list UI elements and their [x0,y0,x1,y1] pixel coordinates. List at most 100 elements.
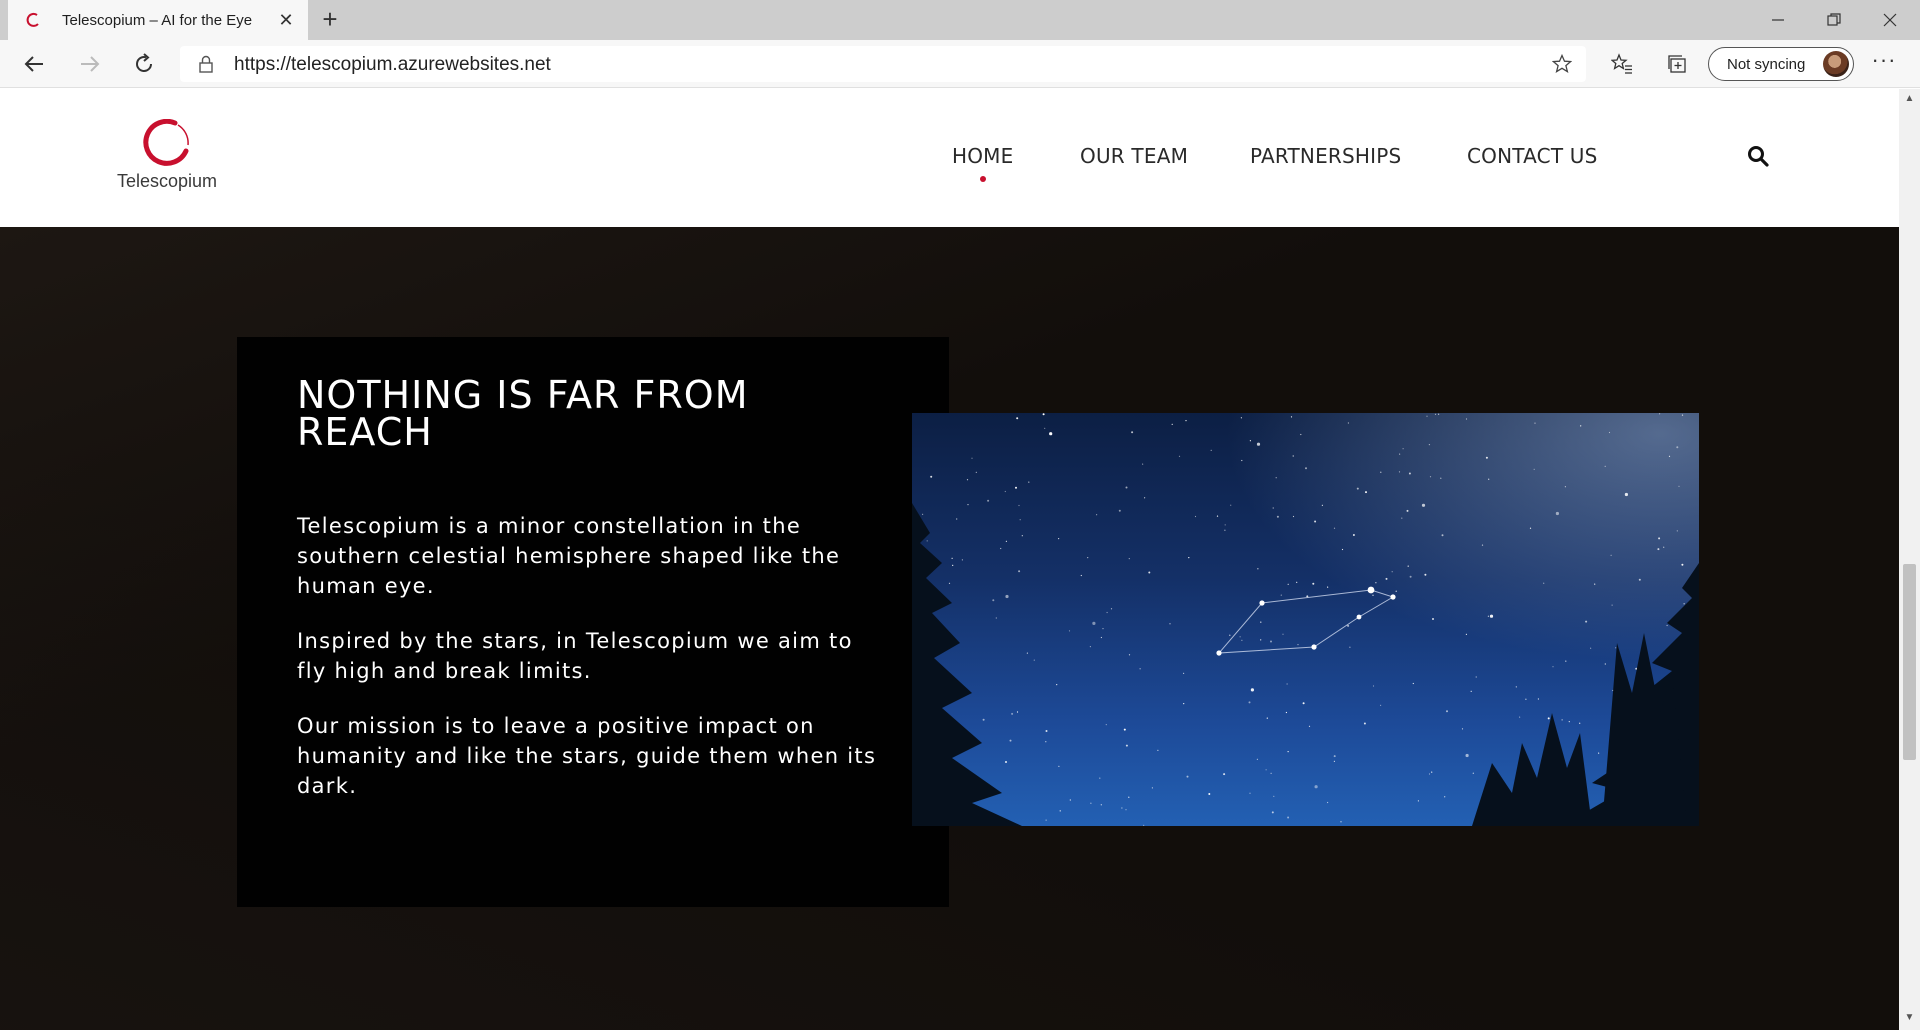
browser-tab-strip: Telescopium – AI for the Eye ✕ + [0,0,1920,40]
star-dot [1519,716,1521,718]
scroll-down-arrow-icon[interactable]: ▼ [1899,1012,1920,1028]
star-dot [1045,730,1048,732]
star-dot [1128,558,1130,560]
star-dot [930,475,933,478]
star-dot [1285,711,1287,714]
minimize-icon[interactable] [1750,0,1806,40]
star-dot [967,504,969,506]
star-dot [1434,413,1437,415]
star-dot [1441,534,1444,537]
star-dot [971,457,973,459]
star-dot [1638,578,1641,581]
star-dot [951,557,953,559]
profile-sync-button[interactable]: Not syncing [1708,47,1854,81]
star-dot [1239,636,1241,638]
star-dot [1594,583,1596,585]
star-dot [1395,590,1397,592]
star-dot [1611,604,1613,606]
star-dot [956,518,958,520]
star-dot [948,582,951,584]
star-dot [1547,717,1550,720]
star-dot [1282,633,1284,635]
nav-partnerships[interactable]: PARTNERSHIPS [1250,144,1401,168]
nav-our-team[interactable]: OUR TEAM [1080,144,1188,168]
favorite-star-icon[interactable] [1552,54,1572,74]
star-dot [1194,515,1197,518]
star-dot [1089,646,1091,648]
star-dot [1143,824,1145,826]
starfield-graphic [912,413,1699,826]
star-dot [1333,760,1335,762]
refresh-icon[interactable] [128,48,160,80]
star-dot [1241,639,1243,641]
star-dot [1440,477,1442,479]
lock-icon[interactable] [198,55,214,73]
star-dot [1240,417,1242,419]
search-icon[interactable] [1746,144,1770,168]
restore-icon[interactable] [1806,0,1862,40]
star-dot [1286,683,1288,685]
star-dot [1428,773,1431,775]
star-dot [1446,710,1448,713]
star-dot [1257,568,1259,570]
star-dot [1139,668,1141,670]
star-dot [1044,427,1046,429]
close-tab-icon[interactable]: ✕ [276,10,296,30]
star-dot [1308,725,1311,727]
star-dot [987,499,990,502]
nav-contact-us[interactable]: CONTACT US [1467,144,1598,168]
url-text[interactable]: https://telescopium.azurewebsites.net [234,54,551,76]
favicon-icon [26,12,39,27]
site-header: Telescopium HOME OUR TEAM PARTNERSHIPS C… [0,89,1899,227]
browser-tab[interactable]: Telescopium – AI for the Eye ✕ [8,0,308,40]
more-options-icon[interactable]: ··· [1870,49,1898,78]
star-dot [1341,548,1344,551]
star-dot [1102,628,1104,630]
star-dot [975,471,977,473]
star-dot [1272,507,1274,509]
back-icon[interactable] [18,48,50,80]
nav-home[interactable]: HOME [952,144,1013,182]
collections-icon[interactable] [1663,50,1691,78]
star-dot [1401,517,1403,519]
star-dot [1249,792,1251,794]
favorites-icon[interactable] [1608,50,1636,78]
star-dot [952,564,954,566]
star-dot [1668,455,1671,457]
star-dot [1412,682,1414,685]
scroll-up-arrow-icon[interactable]: ▲ [1899,93,1920,109]
star-dot [1604,465,1606,467]
star-dot [1333,527,1336,529]
new-tab-icon[interactable]: + [316,6,344,34]
star-dot [1125,809,1127,811]
star-dot [1087,557,1089,559]
tab-title: Telescopium – AI for the Eye [62,11,253,29]
star-dot [1657,548,1660,551]
star-dot [1249,440,1251,442]
star-dot [1224,524,1226,526]
star-dot [1421,503,1426,507]
star-dot [1683,603,1685,605]
star-dot [1534,422,1536,424]
star-dot [982,718,985,721]
star-dot [1356,487,1359,490]
close-window-icon[interactable] [1862,0,1918,40]
star-dot [1314,785,1318,789]
star-dot [1580,425,1582,427]
star-dot [1678,485,1680,487]
page-scrollbar[interactable]: ▲ ▼ [1899,89,1920,1030]
star-dot [1099,777,1101,779]
star-dot [1016,711,1019,713]
scroll-thumb[interactable] [1903,564,1916,760]
forward-icon[interactable] [74,48,106,80]
star-dot [1444,796,1446,798]
star-dot [1658,537,1661,540]
star-dot [1100,804,1102,806]
star-dot [1408,472,1411,475]
star-dot [1407,565,1409,567]
star-dot [1663,546,1665,548]
address-bar[interactable]: https://telescopium.azurewebsites.net [180,46,1586,82]
star-dot [1428,444,1430,446]
hero-title: NOTHING IS FAR FROM REACH [297,373,749,454]
star-dot [1171,423,1173,425]
